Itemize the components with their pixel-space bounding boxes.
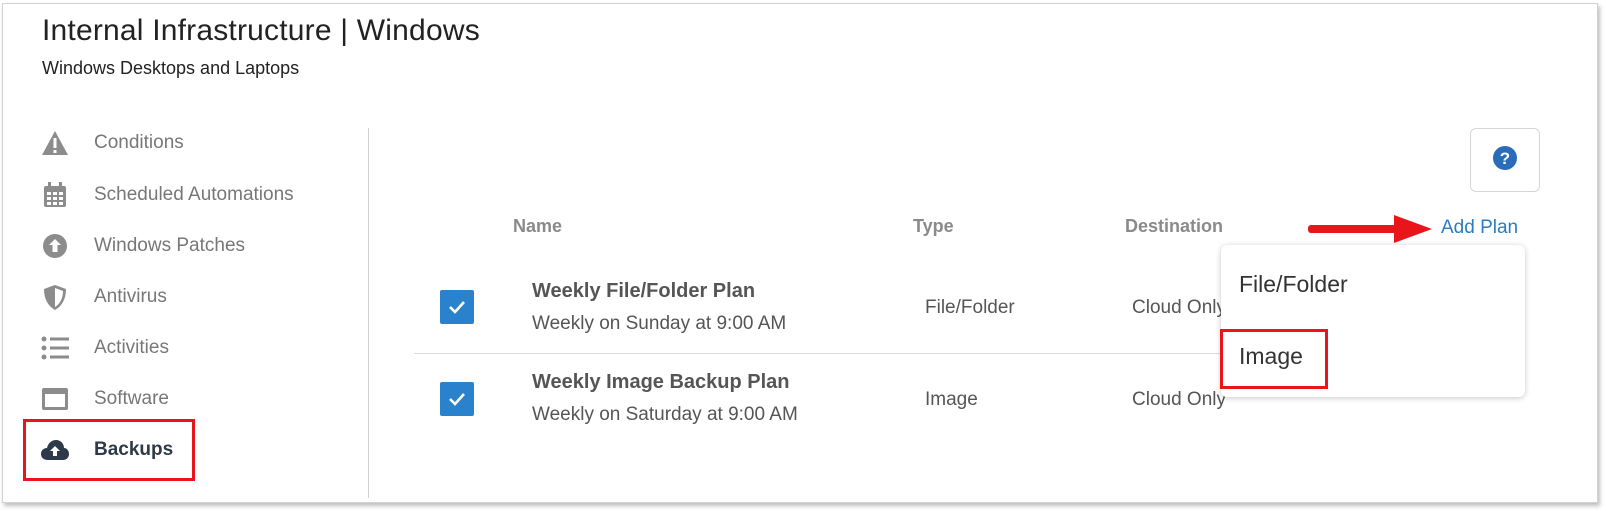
annotation-arrow bbox=[1308, 215, 1432, 243]
add-plan-link[interactable]: Add Plan bbox=[1441, 217, 1518, 239]
plan-schedule: Weekly on Saturday at 9:00 AM bbox=[532, 404, 798, 425]
image-option-highlight-box bbox=[1220, 329, 1328, 389]
checkmark-icon bbox=[449, 301, 465, 314]
plan-type: File/Folder bbox=[925, 297, 1015, 318]
page-subtitle: Windows Desktops and Laptops bbox=[42, 58, 300, 78]
row-checkbox[interactable] bbox=[440, 382, 474, 416]
upload-circle-icon bbox=[40, 231, 70, 261]
column-header-destination: Destination bbox=[1125, 216, 1224, 236]
dropdown-option-file-folder[interactable]: File/Folder bbox=[1239, 271, 1348, 298]
row-checkbox[interactable] bbox=[440, 290, 474, 324]
plan-type: Image bbox=[925, 389, 978, 410]
help-icon: ? bbox=[1492, 145, 1518, 176]
plan-schedule: Weekly on Sunday at 9:00 AM bbox=[532, 313, 787, 334]
column-header-type: Type bbox=[913, 216, 954, 236]
sidebar-item-label: Antivirus bbox=[94, 286, 167, 307]
calendar-icon bbox=[40, 180, 70, 210]
help-button[interactable]: ? bbox=[1470, 128, 1540, 192]
warning-icon bbox=[40, 128, 70, 158]
sidebar-item-scheduled-automations[interactable]: Scheduled Automations bbox=[40, 175, 294, 215]
sidebar-item-activities[interactable]: Activities bbox=[40, 328, 169, 368]
svg-text:?: ? bbox=[1500, 149, 1510, 168]
plan-name[interactable]: Weekly Image Backup Plan bbox=[532, 371, 790, 394]
sidebar-item-windows-patches[interactable]: Windows Patches bbox=[40, 226, 245, 266]
sidebar-item-software[interactable]: Software bbox=[40, 379, 169, 419]
column-header-name: Name bbox=[513, 216, 563, 236]
shield-icon bbox=[40, 282, 70, 312]
plan-destination: Cloud Only bbox=[1132, 389, 1226, 410]
sidebar-item-label: Windows Patches bbox=[94, 235, 246, 256]
window-icon bbox=[40, 384, 70, 414]
sidebar-item-label: Conditions bbox=[94, 132, 184, 153]
plan-name[interactable]: Weekly File/Folder Plan bbox=[532, 280, 755, 303]
checkmark-icon bbox=[449, 393, 465, 406]
sidebar-item-label: Activities bbox=[94, 337, 169, 358]
list-icon bbox=[40, 333, 70, 363]
backups-highlight-box bbox=[23, 419, 195, 481]
sidebar-divider bbox=[368, 128, 369, 498]
page-title: Internal Infrastructure | Windows bbox=[42, 14, 480, 47]
sidebar-item-antivirus[interactable]: Antivirus bbox=[40, 277, 167, 317]
sidebar-item-conditions[interactable]: Conditions bbox=[40, 123, 184, 163]
plan-destination: Cloud Only bbox=[1132, 297, 1226, 318]
row-divider bbox=[414, 353, 1234, 354]
sidebar-item-label: Software bbox=[94, 388, 169, 409]
sidebar-item-label: Scheduled Automations bbox=[94, 184, 294, 205]
